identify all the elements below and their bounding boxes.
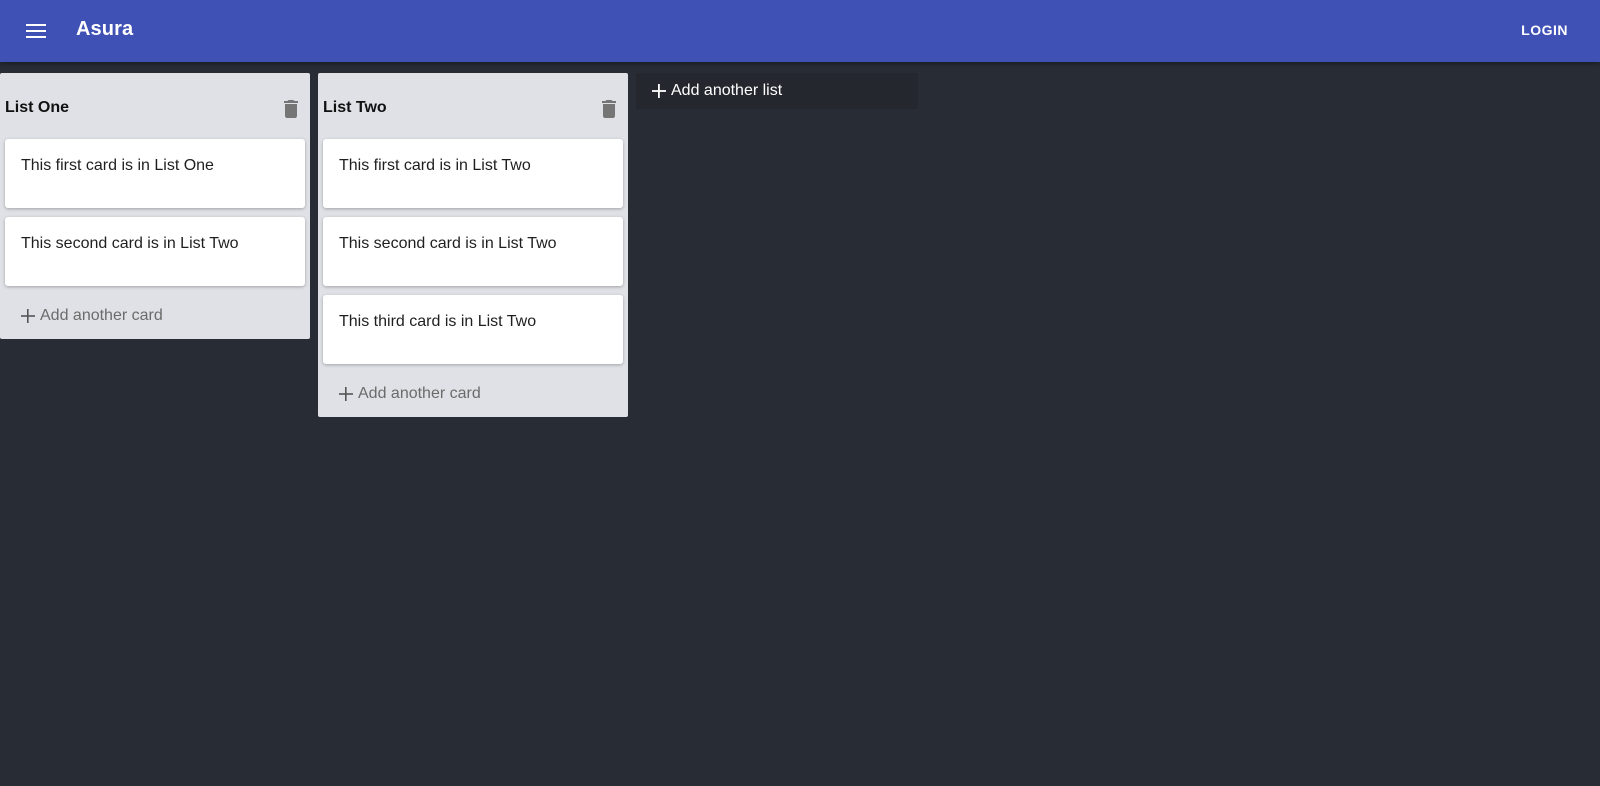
trash-icon	[284, 100, 298, 118]
add-card-button[interactable]: Add another card	[5, 293, 305, 339]
add-list-label: Add another list	[671, 82, 783, 99]
list-title[interactable]: List One	[5, 99, 69, 117]
menu-icon	[26, 24, 46, 38]
plus-icon	[339, 387, 353, 401]
list-header: List Two	[323, 73, 623, 139]
trash-icon	[602, 100, 616, 118]
card[interactable]: This first card is in List Two	[323, 139, 623, 208]
menu-button[interactable]	[22, 19, 50, 43]
app-title: Asura	[76, 18, 134, 40]
add-list-button[interactable]: Add another list	[636, 73, 918, 109]
list-two: List Two This first card is in List Two …	[318, 73, 628, 417]
card[interactable]: This first card is in List One	[5, 139, 305, 208]
plus-icon	[21, 309, 35, 323]
plus-icon	[652, 84, 666, 98]
list-header: List One	[5, 73, 305, 139]
add-card-label: Add another card	[40, 307, 163, 324]
card[interactable]: This third card is in List Two	[323, 295, 623, 364]
login-button[interactable]: LOGIN	[1521, 22, 1568, 38]
add-card-label: Add another card	[358, 385, 481, 402]
list-one: List One This first card is in List One …	[0, 73, 310, 339]
card[interactable]: This second card is in List Two	[5, 217, 305, 286]
app-bar: Asura LOGIN	[0, 0, 1600, 62]
delete-list-button[interactable]	[597, 97, 621, 121]
delete-list-button[interactable]	[279, 97, 303, 121]
add-card-button[interactable]: Add another card	[323, 371, 623, 417]
card[interactable]: This second card is in List Two	[323, 217, 623, 286]
list-title[interactable]: List Two	[323, 99, 387, 117]
